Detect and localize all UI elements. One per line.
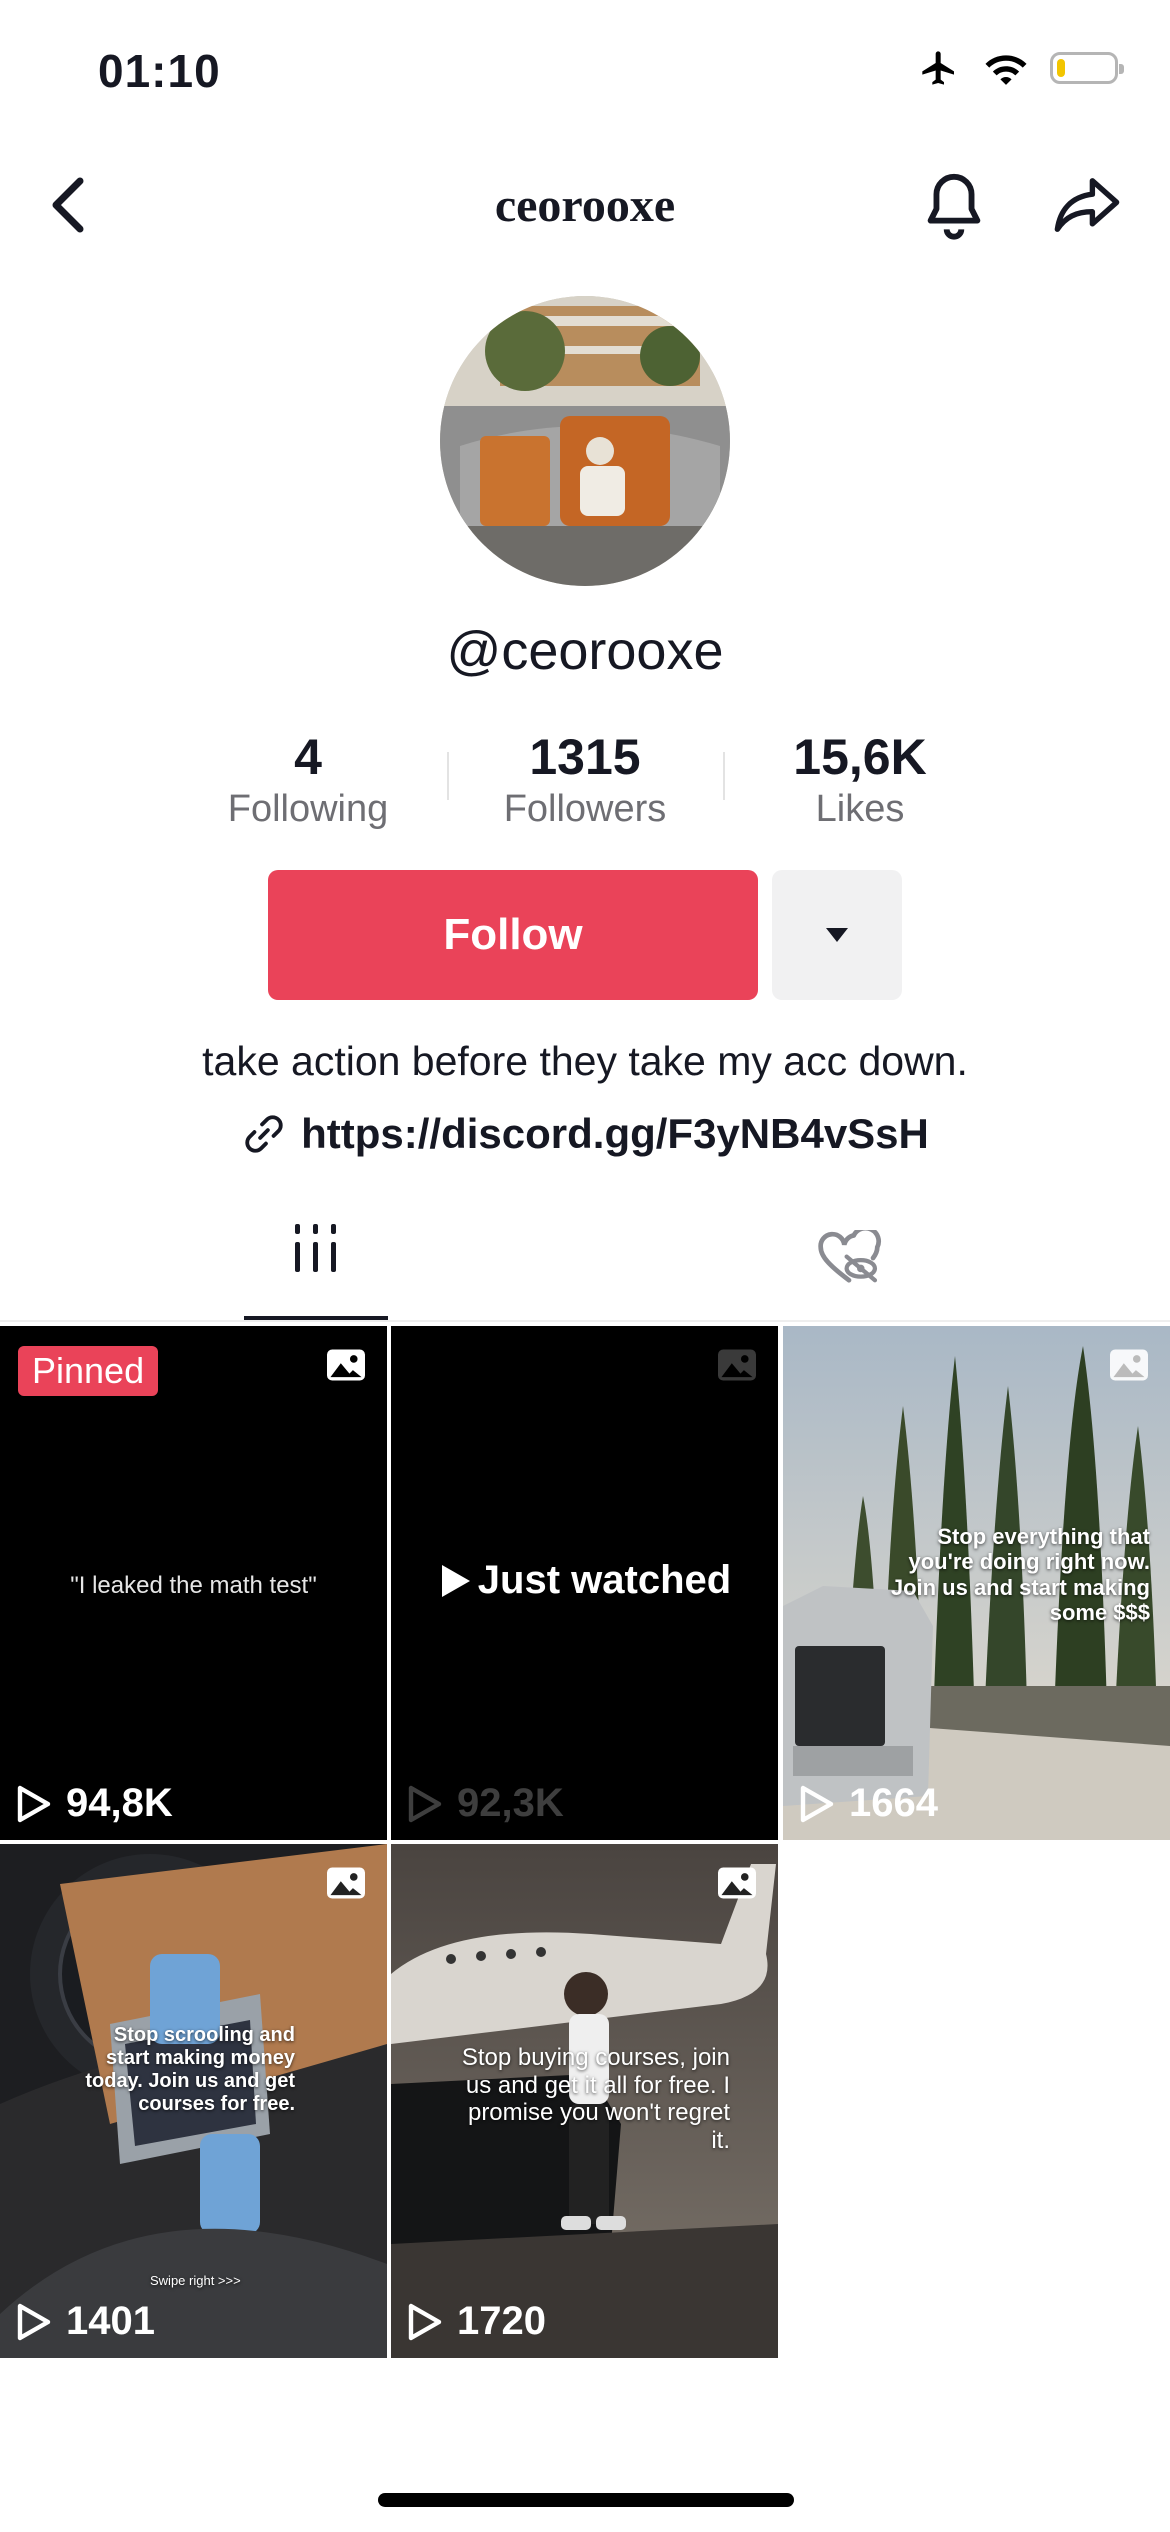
view-count-value: 1720 — [457, 2299, 546, 2343]
stat-likes[interactable]: 15,6K Likes — [740, 728, 980, 831]
view-count-value: 1401 — [66, 2299, 155, 2343]
suggested-accounts-button[interactable] — [772, 870, 902, 1000]
view-count-value: 94,8K — [66, 1781, 173, 1825]
link-icon — [245, 1115, 283, 1153]
just-watched-label: Just watched — [391, 1558, 778, 1603]
view-count-value: 92,3K — [457, 1781, 564, 1825]
video-caption: Stop scrooling and start making money to… — [85, 2024, 295, 2115]
tab-videos[interactable] — [244, 1222, 388, 1322]
video-tile[interactable]: Stop scrooling and start making money to… — [0, 1844, 387, 2358]
caret-down-icon — [826, 928, 848, 942]
stat-divider — [447, 752, 449, 800]
tab-bar-divider — [0, 1320, 1170, 1322]
stat-followers-value: 1315 — [529, 729, 641, 785]
notifications-button[interactable] — [918, 168, 990, 249]
video-subcaption: Swipe right >>> — [150, 2273, 241, 2288]
video-tile[interactable]: Pinned "I leaked the math test" 94,8K — [0, 1326, 387, 1840]
view-count: 1720 — [407, 2299, 546, 2344]
avatar[interactable] — [440, 296, 730, 586]
play-filled-icon — [441, 1564, 470, 1597]
share-icon — [1054, 178, 1120, 232]
stat-following[interactable]: 4 Following — [188, 728, 428, 831]
pinned-badge: Pinned — [18, 1346, 159, 1396]
play-icon — [408, 1785, 442, 1822]
bell-icon — [927, 173, 981, 240]
battery-icon — [1050, 52, 1124, 84]
play-icon — [17, 1785, 51, 1822]
video-caption: Stop buying courses, join us and get it … — [461, 2044, 730, 2154]
stat-following-label: Following — [227, 788, 389, 830]
photo-icon — [327, 1867, 365, 1899]
stat-following-value: 4 — [294, 729, 322, 785]
status-time: 01:10 — [98, 45, 221, 97]
photo-icon — [327, 1349, 365, 1381]
page-title: ceorooxe — [494, 179, 676, 232]
profile-link-text: https://discord.gg/F3yNB4vSsH — [301, 1110, 929, 1157]
play-icon — [800, 1785, 834, 1822]
view-count: 94,8K — [16, 1781, 173, 1826]
just-watched-text: Just watched — [477, 1558, 732, 1602]
stat-followers-label: Followers — [503, 788, 667, 830]
photo-icon — [718, 1349, 756, 1381]
airplane-icon — [922, 51, 954, 85]
video-caption: Stop everything that you're doing right … — [890, 1524, 1150, 1625]
profile-link[interactable]: https://discord.gg/F3yNB4vSsH — [0, 1110, 1170, 1158]
profile-handle: @ceorooxe — [446, 621, 724, 681]
status-icons — [916, 48, 1124, 88]
view-count: 1401 — [16, 2299, 155, 2344]
stat-followers[interactable]: 1315 Followers — [465, 728, 705, 831]
tab-liked[interactable] — [816, 1225, 882, 1293]
video-tile[interactable]: Stop buying courses, join us and get it … — [391, 1844, 778, 2358]
view-count: 92,3K — [407, 1781, 564, 1826]
play-icon — [408, 2303, 442, 2340]
photo-icon — [1110, 1349, 1148, 1381]
video-tile[interactable]: Stop everything that you're doing right … — [783, 1326, 1170, 1840]
play-icon — [17, 2303, 51, 2340]
stat-divider — [723, 752, 725, 800]
home-indicator[interactable] — [378, 2493, 794, 2507]
photo-icon — [718, 1867, 756, 1899]
stat-likes-value: 15,6K — [793, 729, 927, 785]
share-button[interactable] — [1052, 172, 1122, 243]
video-caption: "I leaked the math test" — [70, 1572, 317, 1599]
stat-likes-label: Likes — [815, 788, 905, 830]
liked-hidden-icon — [818, 1225, 882, 1283]
view-count: 1664 — [799, 1781, 938, 1826]
video-tile[interactable]: Just watched 92,3K — [391, 1326, 778, 1840]
follow-button[interactable]: Follow — [268, 870, 758, 1000]
wifi-icon — [985, 55, 1027, 85]
view-count-value: 1664 — [849, 1781, 938, 1825]
videos-grid-icon — [295, 1224, 336, 1272]
profile-bio: take action before they take my acc down… — [202, 1038, 968, 1084]
